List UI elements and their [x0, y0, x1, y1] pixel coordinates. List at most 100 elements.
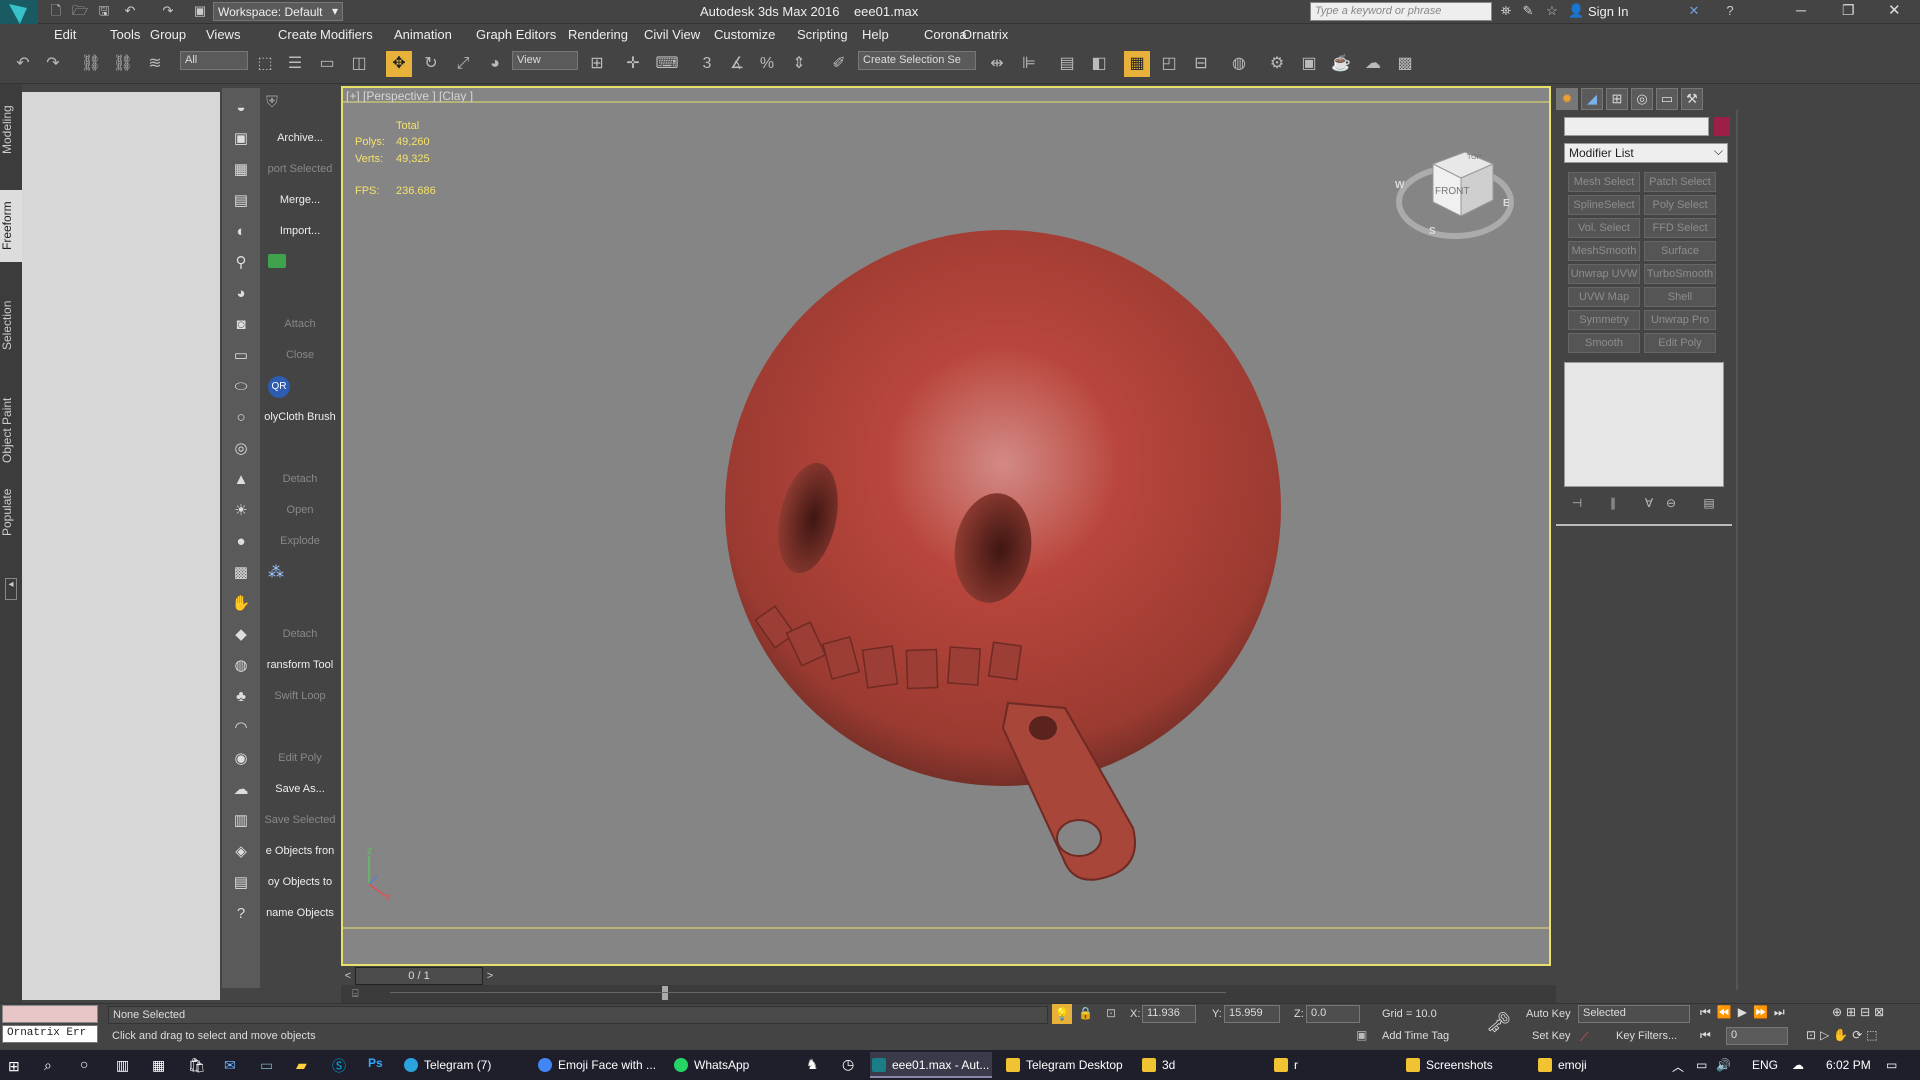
script-button-12[interactable]: Open — [261, 504, 339, 516]
cloud-icon[interactable]: ☁ — [229, 778, 253, 802]
help-icon[interactable]: ? — [1722, 3, 1738, 19]
ribbon-tab-populate[interactable]: Populate — [0, 480, 22, 544]
hierarchy-tab-icon[interactable]: ⊞ — [1606, 88, 1628, 110]
volume-icon[interactable]: 🔊 — [1716, 1058, 1731, 1072]
schematic-view-icon[interactable]: ⊟ — [1188, 51, 1214, 77]
edit-named-selection-icon[interactable]: ✐ — [826, 51, 852, 77]
undo-icon[interactable]: ↶ — [10, 51, 36, 77]
taskbar-item-6[interactable]: r — [1272, 1052, 1402, 1078]
modifier-stack[interactable] — [1564, 362, 1724, 487]
configure-modifier-sets-icon[interactable]: ▤ — [1700, 496, 1718, 512]
menu-corona[interactable]: Corona — [924, 27, 967, 42]
task-view-icon[interactable]: ▥ — [116, 1057, 129, 1074]
viewcube-top-label[interactable]: TOP — [1467, 154, 1481, 161]
ellipse-icon[interactable]: ⬭ — [229, 375, 253, 399]
mirror-icon[interactable]: ⇹ — [984, 51, 1010, 77]
menu-group[interactable]: Group — [150, 27, 186, 42]
project-folder-icon[interactable]: ▣ — [192, 3, 208, 19]
clock[interactable]: 6:02 PM — [1826, 1058, 1871, 1072]
menu-edit[interactable]: Edit — [54, 27, 76, 42]
bind-space-warp-icon[interactable]: ≋ — [142, 51, 168, 77]
calculator-icon[interactable]: ▦ — [152, 1057, 165, 1074]
ribbon-tab-object-paint[interactable]: Object Paint — [0, 380, 22, 480]
favorites-star-icon[interactable]: ☆ — [1544, 3, 1560, 19]
script-button-2[interactable]: Merge... — [261, 194, 339, 206]
object-name-field[interactable] — [1564, 117, 1709, 136]
select-by-name-icon[interactable]: ☰ — [282, 51, 308, 77]
network-icon[interactable]: ▭ — [1696, 1058, 1707, 1072]
workspace-dropdown[interactable]: Workspace: Default — [213, 2, 343, 21]
curve-editor-icon[interactable]: ◰ — [1156, 51, 1182, 77]
taskbar-item-4[interactable]: Telegram Desktop — [1004, 1052, 1134, 1078]
script-button-23[interactable]: e Objects fron — [261, 845, 339, 857]
prev-frame-arrow[interactable]: < — [341, 967, 355, 985]
mini-curve-editor-icon[interactable]: ⌸ — [352, 988, 359, 1001]
menu-graph-editors[interactable]: Graph Editors — [476, 27, 556, 42]
modifier-button-edit-poly[interactable]: Edit Poly — [1644, 333, 1716, 353]
hand-icon[interactable]: ✋ — [229, 592, 253, 616]
select-and-rotate-icon[interactable]: ↻ — [418, 51, 444, 77]
select-and-scale-icon[interactable]: ⤢ — [450, 51, 476, 77]
next-frame-arrow[interactable]: > — [483, 967, 497, 985]
menu-modifiers[interactable]: Modifiers — [320, 27, 373, 42]
scene-explorer-icon[interactable]: ▤ — [1054, 51, 1080, 77]
globe-icon[interactable]: ◍ — [229, 654, 253, 678]
keyword-search-input[interactable]: Type a keyword or phrase — [1310, 2, 1492, 21]
script-button-9[interactable]: olyCloth Brush — [261, 411, 339, 423]
qr-icon[interactable]: QR — [268, 376, 290, 398]
maxscript-listener-pink[interactable] — [2, 1005, 98, 1023]
taskbar-item-8[interactable]: emoji — [1536, 1052, 1666, 1078]
named-selection-dropdown[interactable]: Create Selection Se — [858, 51, 976, 70]
menu-rendering[interactable]: Rendering — [568, 27, 628, 42]
time-tag-icon[interactable]: ▣ — [1356, 1028, 1367, 1042]
select-and-place-icon[interactable]: ◕ — [482, 51, 508, 77]
percent-snap-icon[interactable]: % — [754, 51, 780, 77]
manipulate-icon[interactable]: ✛ — [620, 51, 646, 77]
plane-icon[interactable]: ▭ — [229, 344, 253, 368]
menu-civil-view[interactable]: Civil View — [644, 27, 700, 42]
script-button-3[interactable]: Import... — [261, 225, 339, 237]
table-icon[interactable]: ▦ — [229, 158, 253, 182]
auto-key-button[interactable]: Auto Key — [1526, 1008, 1571, 1020]
script-button-0[interactable]: Archive... — [261, 132, 339, 144]
show-end-result-icon[interactable]: ∥ — [1604, 496, 1622, 512]
pivot-center-icon[interactable]: ⊞ — [584, 51, 610, 77]
grid-mesh-icon[interactable]: ▩ — [229, 561, 253, 585]
pin-stack-icon[interactable]: ⊣ — [1568, 496, 1586, 512]
selection-filter-dropdown[interactable]: All — [180, 51, 248, 70]
close-button[interactable]: ✕ — [1888, 1, 1901, 19]
modifier-button-poly-select[interactable]: Poly Select — [1644, 195, 1716, 215]
modifier-button-turbosmooth[interactable]: TurboSmooth — [1644, 264, 1716, 284]
utilities-tab-icon[interactable]: ⚒ — [1681, 88, 1703, 110]
cone-icon[interactable]: ▲ — [229, 468, 253, 492]
taskbar-item-2[interactable]: WhatsApp — [672, 1052, 788, 1078]
isolate-selection-icon[interactable]: 💡 — [1052, 1004, 1072, 1024]
modifier-button-unwrap-pro[interactable]: Unwrap Pro — [1644, 310, 1716, 330]
photoshop-icon[interactable]: Ps — [368, 1056, 383, 1070]
absolute-mode-icon[interactable]: ⊡ — [1106, 1006, 1116, 1020]
key-filters-button[interactable]: Key Filters... — [1616, 1030, 1677, 1042]
box-stack-icon[interactable]: ▥ — [229, 809, 253, 833]
store-icon[interactable]: 🛍 — [188, 1057, 206, 1074]
ribbon-tab-freeform[interactable]: Freeform — [0, 190, 22, 262]
viewcube[interactable]: TOP FRONT S E W — [1395, 134, 1515, 244]
taskbar-app-icon-b[interactable]: ◷ — [842, 1056, 854, 1073]
sphere-icon[interactable]: ○ — [229, 406, 253, 430]
modifier-button-splineselect[interactable]: SplineSelect — [1568, 195, 1640, 215]
modifier-button-smooth[interactable]: Smooth — [1568, 333, 1640, 353]
modifier-button-mesh-select[interactable]: Mesh Select — [1568, 172, 1640, 192]
menu-scripting[interactable]: Scripting — [797, 27, 848, 42]
ribbon-tab-modeling[interactable]: Modeling — [0, 100, 22, 160]
green-tool-icon[interactable] — [268, 254, 286, 268]
render-icon[interactable]: ▣ — [229, 127, 253, 151]
notifications-icon[interactable]: ▭ — [1886, 1058, 1897, 1072]
viewcube-west-label[interactable]: W — [1395, 180, 1404, 191]
script-button-11[interactable]: Detach — [261, 473, 339, 485]
exchange-icon[interactable]: ✕ — [1686, 3, 1702, 19]
set-key-icon[interactable]: 🗝 — [1486, 1010, 1511, 1035]
grass-icon[interactable]: ♣ — [229, 685, 253, 709]
light-icon[interactable]: ◐ — [229, 220, 253, 244]
modifier-button-symmetry[interactable]: Symmetry — [1568, 310, 1640, 330]
taskbar-item-1[interactable]: Emoji Face with ... — [536, 1052, 672, 1078]
monitor-icon[interactable]: ▭ — [260, 1057, 273, 1074]
